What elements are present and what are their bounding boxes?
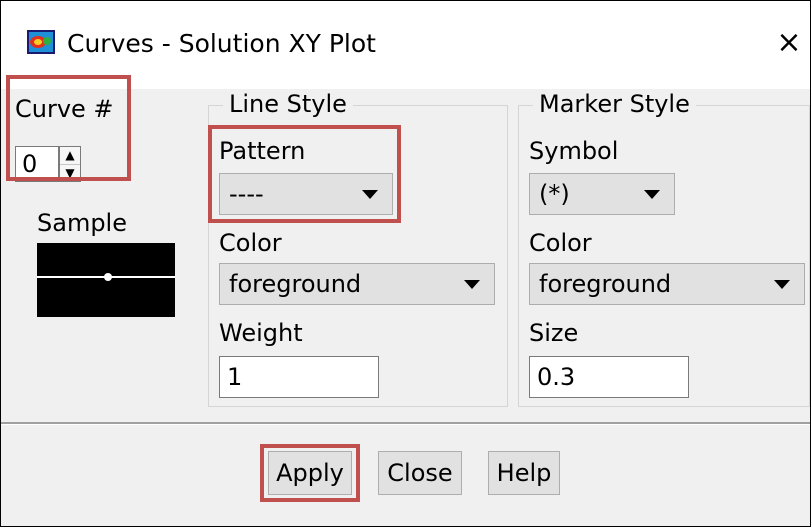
chevron-down-icon: [644, 190, 660, 199]
curves-dialog: Curves - Solution XY Plot × Curve # 0 ▲ …: [0, 0, 811, 527]
symbol-value: (*): [539, 180, 570, 208]
line-color-value: foreground: [229, 270, 362, 298]
line-style-group-label: Line Style: [223, 90, 353, 118]
fluent-app-icon: [27, 30, 55, 54]
close-button[interactable]: Close: [378, 451, 462, 495]
symbol-label: Symbol: [529, 137, 619, 165]
size-field[interactable]: 0.3: [529, 356, 689, 398]
sample-label: Sample: [37, 209, 127, 237]
line-sample-preview: [37, 243, 175, 317]
marker-color-value: foreground: [539, 270, 672, 298]
pattern-highlight: [208, 125, 401, 223]
window-title: Curves - Solution XY Plot: [67, 29, 376, 58]
weight-field[interactable]: 1: [219, 356, 379, 398]
help-button[interactable]: Help: [488, 451, 560, 495]
curve-number-highlight: [6, 75, 131, 181]
chevron-down-icon: [774, 280, 790, 289]
marker-color-label: Color: [529, 229, 592, 257]
marker-style-group-label: Marker Style: [533, 90, 696, 118]
button-separator: [1, 422, 810, 425]
symbol-dropdown[interactable]: (*): [529, 173, 675, 215]
line-color-label: Color: [219, 229, 282, 257]
close-window-icon[interactable]: ×: [774, 28, 804, 58]
apply-highlight: [260, 444, 360, 502]
line-color-dropdown[interactable]: foreground: [219, 263, 495, 305]
weight-label: Weight: [219, 319, 303, 347]
marker-color-dropdown[interactable]: foreground: [529, 263, 805, 305]
chevron-down-icon: [464, 280, 480, 289]
size-label: Size: [529, 319, 579, 347]
